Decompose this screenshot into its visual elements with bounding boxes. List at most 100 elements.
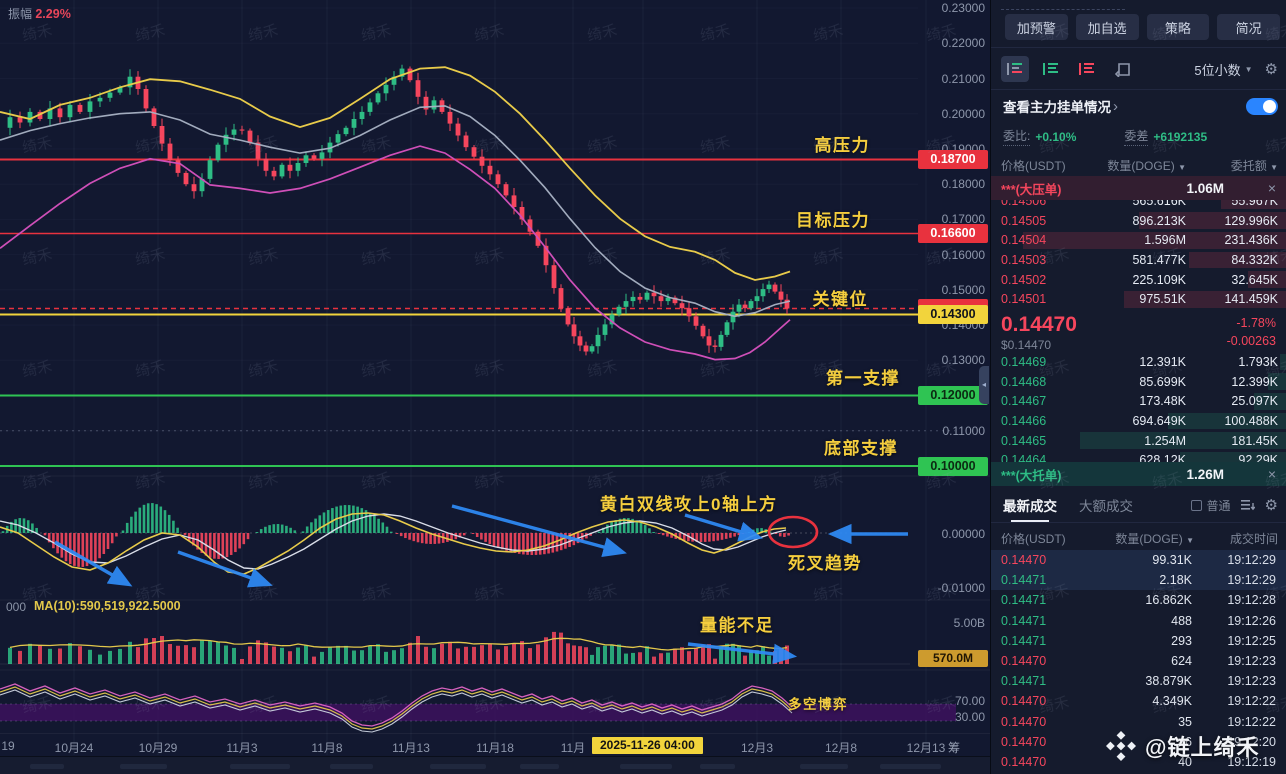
book-view-both-icon[interactable] (1001, 56, 1029, 82)
ratio-row: 委比: +0.10% 委差 +6192135 (1003, 127, 1276, 146)
trade-row[interactable]: 0.14471 488 19:12:26 (991, 611, 1286, 631)
volume-ma-prefix: 000 (6, 600, 27, 614)
bid-row[interactable]: 0.14466 694.649K 100.488K (991, 411, 1286, 431)
price-tag: 0.14300 (918, 305, 988, 324)
price-axis-tick: 0.11000 (942, 423, 986, 438)
time-axis-tick: 11月3 (226, 741, 258, 755)
panel-button-2[interactable]: 策略 (1146, 14, 1210, 40)
panel-button-0[interactable]: 加预警 (1005, 14, 1068, 40)
ratio-value: +0.10% (1035, 129, 1077, 144)
annotation-text: 高压力 (814, 136, 870, 155)
chevron-down-icon: ▼ (1244, 64, 1253, 74)
brand-handle: @链上绮禾 (1145, 735, 1260, 760)
change-percent: -1.78% (1236, 316, 1276, 330)
top-cutoff-tab (1001, 2, 1125, 10)
trade-row[interactable]: 0.14470 624 19:12:23 (991, 651, 1286, 671)
price-axis-tick: 0.23000 (941, 1, 985, 15)
price-tag: 0.12000 (918, 386, 988, 405)
time-axis-tick: 10月29 (138, 741, 178, 755)
time-axis-tick: 19 (1, 739, 15, 753)
last-price-block: 0.14470 $0.14470 -1.78% -0.00263 (991, 310, 1286, 356)
price-axis-tick: 0.16000 (941, 247, 985, 262)
book-view-buy-icon[interactable] (1037, 56, 1065, 82)
annotation-text: 黄白双线攻上0轴上方 (600, 495, 778, 514)
volume-axis-label: 5.00B (953, 616, 985, 630)
bottom-toolbar-cutoff (0, 756, 990, 774)
close-icon[interactable]: × (1268, 466, 1276, 482)
macd-axis-zero: 0.00000 (941, 527, 985, 541)
big-buy-order-banner[interactable]: ***(大托单) 1.26M × (991, 462, 1286, 486)
time-axis-tick: 11月8 (311, 741, 343, 755)
annotation-text: 量能不足 (700, 616, 774, 635)
normal-label: 普通 (1206, 498, 1231, 513)
price-axis-tick: 0.22000 (941, 36, 985, 51)
popout-icon[interactable] (1109, 56, 1137, 82)
bid-row[interactable]: 0.14465 1.254M 181.45K (991, 431, 1286, 451)
ask-row[interactable]: 0.14501 975.51K 141.459K (991, 289, 1286, 309)
big-sell-order-banner[interactable]: ***(大压单) 1.06M × (991, 176, 1286, 200)
diamond-logo-icon (1106, 731, 1136, 761)
trade-row[interactable]: 0.14471 16.862K 19:12:28 (991, 590, 1286, 610)
bid-row[interactable]: 0.14468 85.699K 12.399K (991, 372, 1286, 392)
orderbook-headers: 价格(USDT) 数量(DOGE) ▼ 委托额 ▼ (1001, 159, 1278, 173)
trades-settings-gear-icon[interactable]: ⚙ (1265, 496, 1278, 514)
panel-button-1[interactable]: 加自选 (1075, 14, 1139, 40)
time-axis-tick: 11月 (560, 741, 586, 755)
annotation-text: 关键位 (812, 290, 868, 309)
tab-large-trades[interactable]: 大额成交 (1079, 495, 1133, 515)
annotation-text: 死叉趋势 (788, 554, 862, 573)
price-axis-tick: 0.13000 (941, 353, 985, 368)
trade-row[interactable]: 0.14471 38.879K 19:12:23 (991, 671, 1286, 691)
time-axis-tick: 12月3 (740, 741, 774, 755)
trade-row[interactable]: 0.14470 4.349K 19:12:22 (991, 691, 1286, 711)
annotation-text: 底部支撑 (824, 439, 898, 458)
main-order-toggle[interactable] (1246, 97, 1278, 115)
ask-row[interactable]: 0.14504 1.596M 231.436K (991, 230, 1286, 250)
change-absolute: -0.00263 (1226, 334, 1276, 348)
depth-bar (1280, 353, 1286, 371)
main-order-row: 查看主力挂单情况 › (1003, 96, 1278, 116)
last-price: 0.14470 (1001, 313, 1077, 336)
trades-headers: 价格(USDT) 数量(DOGE) ▼ 成交时间 (1001, 532, 1278, 546)
diff-value: +6192135 (1153, 129, 1208, 144)
book-settings-gear-icon[interactable]: ⚙ (1265, 60, 1278, 78)
panel-button-3[interactable]: 简况 (1217, 14, 1280, 40)
price-axis-tick: 0.15000 (941, 282, 985, 297)
trades-tabs: 最新成交 大额成交 普通 ⚙ (1003, 492, 1278, 522)
ask-row[interactable]: 0.14503 581.477K 84.332K (991, 250, 1286, 270)
price-axis-tick: 0.18000 (941, 177, 985, 192)
annotation-text: 第一支撑 (826, 369, 900, 388)
main-order-link[interactable]: 查看主力挂单情况 (1003, 96, 1111, 116)
amplitude-label: 振幅 2.29% (8, 7, 71, 21)
volume-current-tag: 570.0M (918, 650, 988, 667)
trade-row[interactable]: 0.14470 99.31K 19:12:29 (991, 550, 1286, 571)
price-axis-tick: 0.21000 (941, 71, 985, 86)
osc-axis-30: 30.00 (954, 710, 985, 724)
time-axis-tick: 12月8 (824, 741, 858, 755)
ask-row[interactable]: 0.14502 225.109K 32.645K (991, 270, 1286, 290)
price-tag: 0.16600 (918, 224, 988, 243)
bid-row[interactable]: 0.14469 12.391K 1.793K (991, 352, 1286, 372)
book-view-sell-icon[interactable] (1073, 56, 1101, 82)
time-axis-tick: 11月18 (476, 741, 514, 755)
time-axis-tick: 12月13 (906, 741, 946, 755)
ask-row[interactable]: 0.14505 896.213K 129.996K (991, 211, 1286, 231)
chart-area[interactable]: 振幅 2.29% 0.23000 0.22000 0.21000 0.20000 0.1… (0, 0, 990, 774)
normal-checkbox[interactable] (1190, 499, 1202, 511)
panel-collapse-handle[interactable]: ◂ (979, 366, 989, 404)
decimal-precision-select[interactable]: 5位小数 ▼ (1194, 60, 1252, 79)
trade-row[interactable]: 0.14471 293 19:12:25 (991, 631, 1286, 651)
sort-icon[interactable] (1240, 499, 1255, 511)
tab-latest-trades[interactable]: 最新成交 (1003, 495, 1057, 522)
crosshair-date-tag: 2025-11-26 04:00 (592, 737, 703, 754)
book-view-toolbar: 5位小数 ▼ ⚙ (1001, 54, 1278, 84)
osc-axis-70: 70.00 (954, 694, 985, 708)
time-axis-tick: 11月13 (392, 741, 430, 755)
panel-action-buttons: 加预警 加自选 策略 简况 (1005, 14, 1280, 40)
price-tag: 0.18700 (918, 150, 988, 169)
orderbook-panel: 加预警 加自选 策略 简况 5位小数 ▼ ⚙ 查看主力挂单情况 › 委比: +0… (990, 0, 1286, 774)
bid-row[interactable]: 0.14467 173.48K 25.097K (991, 391, 1286, 411)
macd-axis-neg: -0.01000 (937, 581, 985, 595)
trade-row[interactable]: 0.14471 2.18K 19:12:29 (991, 570, 1286, 591)
close-icon[interactable]: × (1268, 180, 1276, 196)
